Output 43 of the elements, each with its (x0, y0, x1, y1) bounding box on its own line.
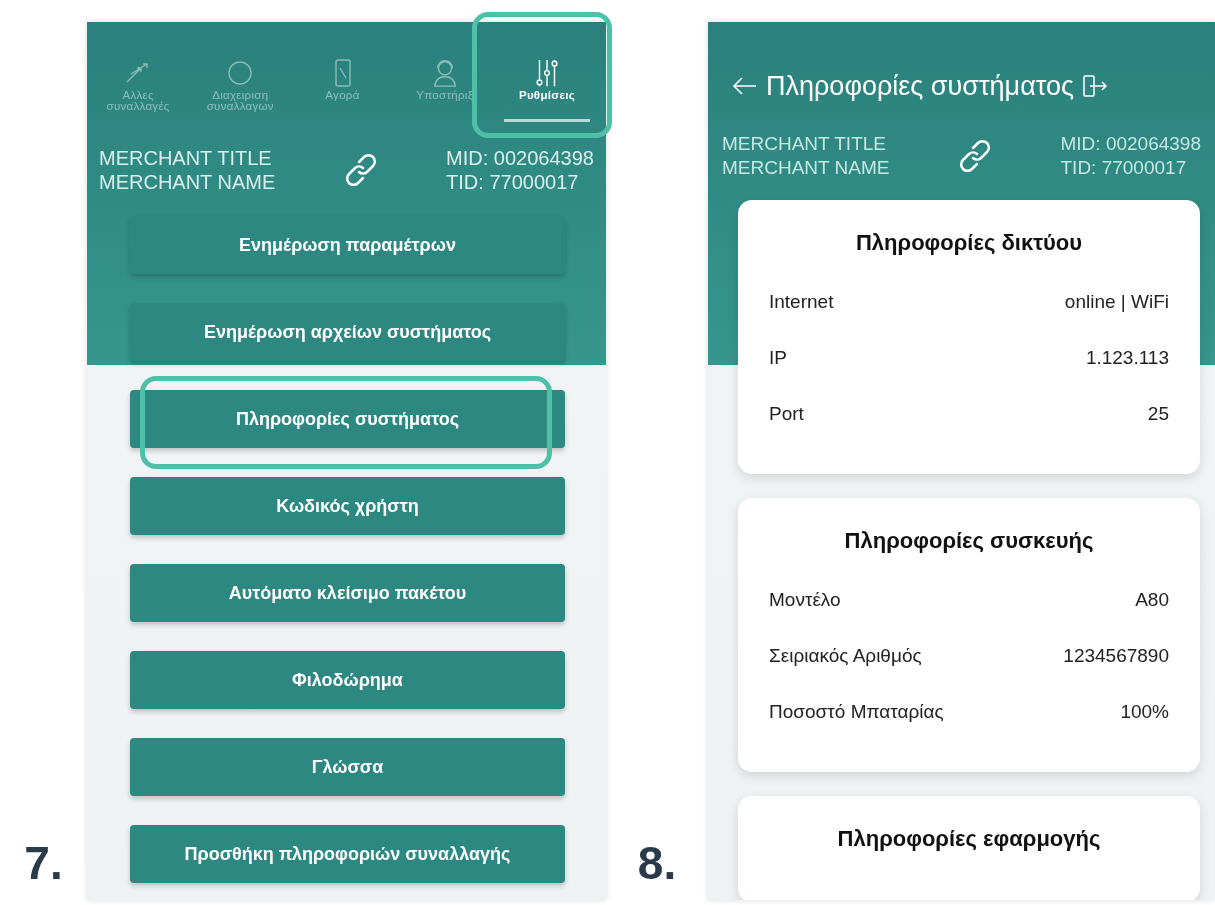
info-value: 1.123.113 (1085, 347, 1169, 369)
merchant-title: MERCHANT TITLE (99, 146, 273, 170)
merchant-name: MERCHANT NAME (722, 156, 890, 180)
phone-icon (332, 58, 353, 88)
info-label: Σειριακός Αριθμός (769, 645, 922, 667)
tab[interactable]: Υποστήριξ (401, 58, 488, 122)
merchant-title: MERCHANT TITLE (722, 132, 887, 156)
exit-door-icon[interactable] (1082, 74, 1109, 98)
info-value: online | WiFi (1064, 291, 1169, 313)
menu-button[interactable]: Προσθήκη πληροφοριών συναλλαγής (130, 825, 565, 883)
merchant-id: MID: 002064398 (446, 146, 594, 170)
menu-button[interactable]: Κωδικός χρήστη (130, 477, 565, 535)
tab[interactable]: Διαχειριση συναλλαγων (197, 58, 284, 122)
circle-icon (226, 58, 255, 88)
card-title: Πληροφορίες συσκευής (843, 528, 1095, 554)
tab[interactable]: Ρυθμίσεις (503, 58, 590, 122)
info-label: Ποσοστό Μπαταρίας (769, 701, 944, 723)
tab[interactable]: Αγορά (299, 58, 386, 122)
back-arrow-icon[interactable] (732, 76, 758, 96)
merchant-name: MERCHANT NAME (99, 170, 276, 194)
menu-button[interactable]: Φιλοδώρημα (130, 651, 565, 709)
info-value: 100% (1120, 701, 1169, 723)
menu-button[interactable]: Αυτόματο κλείσιμο πακέτου (130, 564, 565, 622)
info-label: Μοντέλο (769, 589, 841, 611)
terminal-id: TID: 77000017 (446, 170, 580, 194)
step-number: 8. (637, 843, 677, 883)
info-value: 1234567890 (1063, 645, 1169, 667)
card-title: Πληροφορίες εφαρμογής (836, 826, 1102, 852)
merchant-id: MID: 002064398 (1060, 132, 1201, 156)
info-value: 25 (1147, 403, 1169, 425)
info-value: A80 (1135, 589, 1169, 611)
info-label: Port (769, 403, 804, 425)
menu-button[interactable]: Γλώσσα (130, 738, 565, 796)
menu-button[interactable]: Ενημέρωση παραμέτρων (130, 216, 565, 274)
terminal-id: TID: 77000017 (1060, 156, 1188, 180)
menu-button[interactable]: Ενημέρωση αρχείων συστήματος (130, 303, 565, 361)
info-label: Internet (769, 291, 834, 313)
screen-title: Πληροφορίες συστήματος (766, 70, 1075, 102)
info-label: IP (769, 347, 787, 369)
tab[interactable]: Αλλες συναλλαγές (95, 58, 182, 122)
card-title: Πληροφορίες δικτύου (854, 230, 1084, 256)
menu-button[interactable]: Πληροφορίες συστήματος (130, 390, 565, 448)
step-number: 7. (24, 843, 63, 883)
